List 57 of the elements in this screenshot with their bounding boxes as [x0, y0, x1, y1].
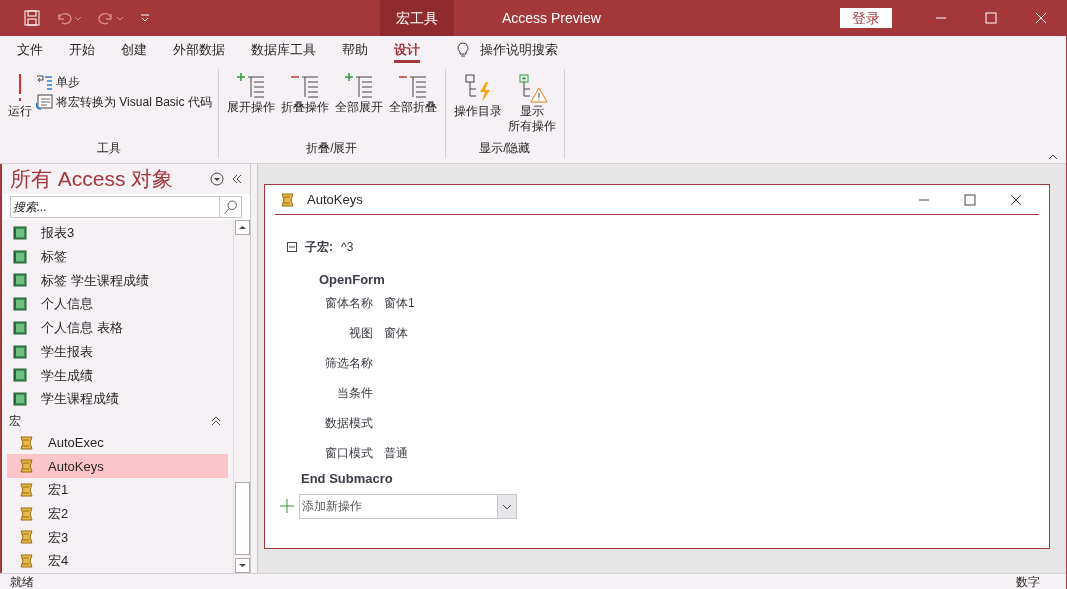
action-name[interactable]: OpenForm [275, 271, 1039, 289]
menu-tab[interactable]: 帮助 [342, 40, 368, 60]
ribbon-button[interactable]: 运行 [6, 72, 34, 119]
nav-item[interactable]: 学生课程成绩 [2, 387, 233, 411]
status-text: 就绪 [10, 573, 35, 589]
nav-item[interactable]: 宏3 [7, 525, 228, 550]
argument-value[interactable]: 窗体 [384, 325, 408, 342]
nav-item[interactable]: 标签 [2, 244, 233, 269]
menu-tab[interactable]: 设计 [394, 37, 420, 63]
menu-tab[interactable]: 数据库工具 [251, 40, 316, 60]
menu-tab[interactable]: 开始 [69, 40, 95, 60]
menu-tab[interactable]: 外部数据 [173, 40, 225, 60]
nav-item[interactable]: 学生报表 [2, 339, 233, 364]
nav-item[interactable]: 个人信息 表格 [2, 315, 233, 340]
end-submacro: End Submacro [300, 470, 394, 488]
nav-item[interactable]: 个人信息 [2, 292, 233, 316]
menu-tab[interactable]: 文件 [17, 40, 43, 60]
argument-value[interactable]: 窗体1 [384, 295, 415, 312]
argument-label: 窗体名称 [324, 295, 373, 312]
ribbon-button[interactable]: 全部折叠 [386, 72, 439, 115]
argument-label: 筛选名称 [324, 355, 373, 372]
ribbon-group-label: 折叠/展开 [305, 140, 359, 157]
nav-item[interactable]: 宏4 [7, 549, 228, 574]
search-field[interactable]: 搜索... [10, 196, 220, 218]
submacro-label: 子宏: [305, 239, 333, 255]
sign-in-button[interactable]: 登录 [840, 8, 892, 28]
ribbon-button[interactable]: 全部展开 [332, 72, 385, 115]
nav-item[interactable]: 宏1 [7, 478, 228, 502]
document-title: AutoKeys [307, 190, 364, 209]
context-tab[interactable]: 宏工具 [380, 0, 454, 36]
nav-item[interactable]: 学生成绩 [2, 363, 233, 388]
nav-group-header[interactable]: 宏 [2, 410, 233, 431]
nav-item[interactable]: AutoExec [7, 430, 228, 455]
ribbon-small-button[interactable]: 将宏转换为 Visual Basic 代码 [36, 94, 212, 110]
argument-label: 当条件 [336, 385, 373, 402]
argument-value[interactable]: 普通 [384, 445, 408, 462]
ribbon-small-button[interactable]: 单步 [36, 74, 212, 90]
nav-item[interactable]: 标签 学生课程成绩 [2, 268, 233, 293]
tell-me-search[interactable]: 操作说明搜索 [480, 40, 558, 60]
ribbon-group-label: 工具 [95, 140, 122, 157]
ribbon-button[interactable]: 折叠操作 [278, 72, 331, 115]
argument-label: 视图 [348, 325, 373, 342]
window-title: Access Preview [502, 9, 601, 28]
add-action-field[interactable]: 添加新操作 [299, 493, 498, 519]
num-lock-indicator: 数字 [1016, 573, 1040, 589]
nav-item[interactable]: 报表3 [2, 221, 233, 245]
ribbon-button[interactable]: 展开操作 [224, 72, 277, 115]
submacro-name: ^3 [341, 239, 354, 255]
ribbon-group-label: 显示/隐藏 [478, 140, 532, 157]
ribbon-button[interactable]: 显示 所有操作 [505, 72, 558, 134]
nav-pane-title: 所有 Access 对象 [10, 166, 175, 193]
ribbon-button[interactable]: 操作目录 [451, 72, 504, 119]
nav-item[interactable]: 宏2 [7, 501, 228, 526]
menu-tab[interactable]: 创建 [121, 40, 147, 60]
argument-label: 窗口模式 [324, 445, 373, 462]
nav-item[interactable]: AutoKeys [7, 454, 228, 479]
argument-label: 数据模式 [324, 415, 373, 432]
